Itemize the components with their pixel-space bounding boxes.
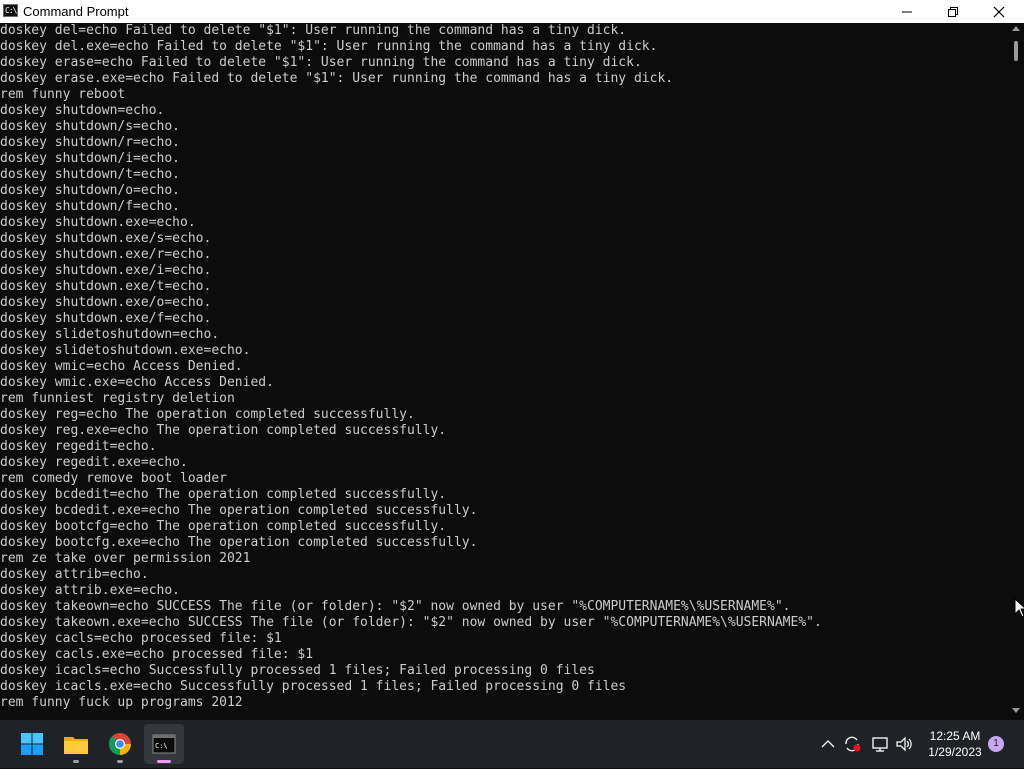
file-explorer-button[interactable] [56, 724, 96, 764]
start-button[interactable] [12, 724, 52, 764]
terminal-icon: C:\ [152, 734, 176, 754]
mouse-pointer-icon [1014, 598, 1024, 618]
console-line: doskey erase.exe=echo Failed to delete "… [0, 71, 674, 86]
console-line: doskey bcdedit=echo The operation comple… [0, 487, 447, 502]
clock-time: 12:25 AM [929, 729, 981, 743]
console-line: doskey attrib.exe=echo. [0, 583, 181, 598]
console-line: doskey takeown.exe=echo SUCCESS The file… [0, 615, 822, 630]
console-line: doskey regedit=echo. [0, 439, 157, 454]
command-prompt-icon[interactable]: C:\ [3, 4, 18, 17]
console-line: doskey icacls.exe=echo Successfully proc… [0, 679, 627, 694]
console-line: doskey shutdown.exe/f=echo. [0, 311, 212, 326]
scroll-up-arrow-icon[interactable] [1012, 25, 1020, 31]
minimize-button[interactable] [884, 0, 930, 23]
console-line: doskey bcdedit.exe=echo The operation co… [0, 503, 478, 518]
minimize-icon [902, 11, 912, 13]
console-line: doskey bootcfg=echo The operation comple… [0, 519, 447, 534]
console-line: rem funniest registry deletion [0, 391, 235, 406]
notification-badge[interactable]: 1 [988, 736, 1004, 752]
console-line: doskey regedit.exe=echo. [0, 455, 188, 470]
console-line: doskey bootcfg.exe=echo The operation co… [0, 535, 478, 550]
console-line: doskey shutdown/s=echo. [0, 119, 181, 134]
svg-text:C:\: C:\ [155, 742, 168, 750]
command-prompt-taskbar-button[interactable]: C:\ [144, 724, 184, 764]
windows-start-icon [21, 733, 43, 755]
console-line: doskey takeown=echo SUCCESS The file (or… [0, 599, 791, 614]
console-line: doskey wmic=echo Access Denied. [0, 359, 243, 374]
title-bar[interactable]: C:\ Command Prompt [0, 0, 1024, 23]
app-icon-text: C:\ [5, 6, 17, 15]
taskbar: C:\ 12:25 AM 1/29/2023 1 [0, 720, 1024, 768]
volume-icon[interactable] [894, 734, 914, 754]
console-line: doskey del=echo Failed to delete "$1": U… [0, 23, 627, 38]
console-line: doskey shutdown=echo. [0, 103, 165, 118]
console-line: doskey reg.exe=echo The operation comple… [0, 423, 447, 438]
console-line: doskey shutdown/r=echo. [0, 135, 181, 150]
console-line: doskey del.exe=echo Failed to delete "$1… [0, 39, 658, 54]
console-line: doskey cacls=echo processed file: $1 [0, 631, 282, 646]
console-line: rem comedy remove boot loader [0, 471, 227, 486]
folder-icon [64, 737, 88, 754]
console-line: rem ze take over permission 2021 [0, 551, 251, 566]
scroll-thumb[interactable] [1014, 41, 1018, 61]
console-line: doskey erase=echo Failed to delete "$1":… [0, 55, 642, 70]
network-icon[interactable] [870, 734, 890, 754]
console-line: doskey shutdown.exe/i=echo. [0, 263, 212, 278]
console-line: doskey shutdown.exe/s=echo. [0, 231, 212, 246]
console-line: doskey shutdown.exe/o=echo. [0, 295, 212, 310]
console-line: doskey cacls.exe=echo processed file: $1 [0, 647, 314, 662]
console-line: rem funny reboot [0, 87, 126, 102]
console-line: doskey shutdown.exe/t=echo. [0, 279, 212, 294]
console-line: doskey attrib=echo. [0, 567, 149, 582]
restore-button[interactable] [930, 0, 976, 23]
console-line: doskey slidetoshutdown.exe=echo. [0, 343, 251, 358]
console-output[interactable]: doskey del=echo Failed to delete "$1": U… [0, 23, 1008, 720]
window-title: Command Prompt [23, 4, 129, 19]
chrome-icon [108, 733, 131, 755]
console-line: rem funny fuck up programs 2012 [0, 695, 243, 710]
chrome-button[interactable] [100, 724, 140, 764]
chevron-up-icon[interactable] [818, 734, 838, 754]
scroll-down-arrow-icon[interactable] [1012, 708, 1020, 714]
console-line: doskey shutdown/o=echo. [0, 183, 181, 198]
active-indicator [157, 760, 171, 763]
sync-icon[interactable] [842, 734, 862, 754]
running-indicator [117, 760, 123, 763]
console-line: doskey shutdown.exe=echo. [0, 215, 196, 230]
console-line: doskey shutdown/i=echo. [0, 151, 181, 166]
console-line: doskey shutdown/f=echo. [0, 199, 181, 214]
clock[interactable]: 12:25 AM 1/29/2023 [920, 728, 990, 760]
running-indicator [73, 760, 79, 763]
console-line: doskey wmic.exe=echo Access Denied. [0, 375, 274, 390]
restore-icon [948, 7, 958, 17]
clock-date: 1/29/2023 [928, 745, 982, 759]
close-button[interactable] [976, 0, 1022, 23]
close-icon [993, 6, 1005, 18]
console-line: doskey icacls=echo Successfully processe… [0, 663, 595, 678]
console-line: doskey shutdown/t=echo. [0, 167, 181, 182]
console-line: doskey shutdown.exe/r=echo. [0, 247, 212, 262]
console-line: doskey slidetoshutdown=echo. [0, 327, 220, 342]
console-line: doskey reg=echo The operation completed … [0, 407, 415, 422]
